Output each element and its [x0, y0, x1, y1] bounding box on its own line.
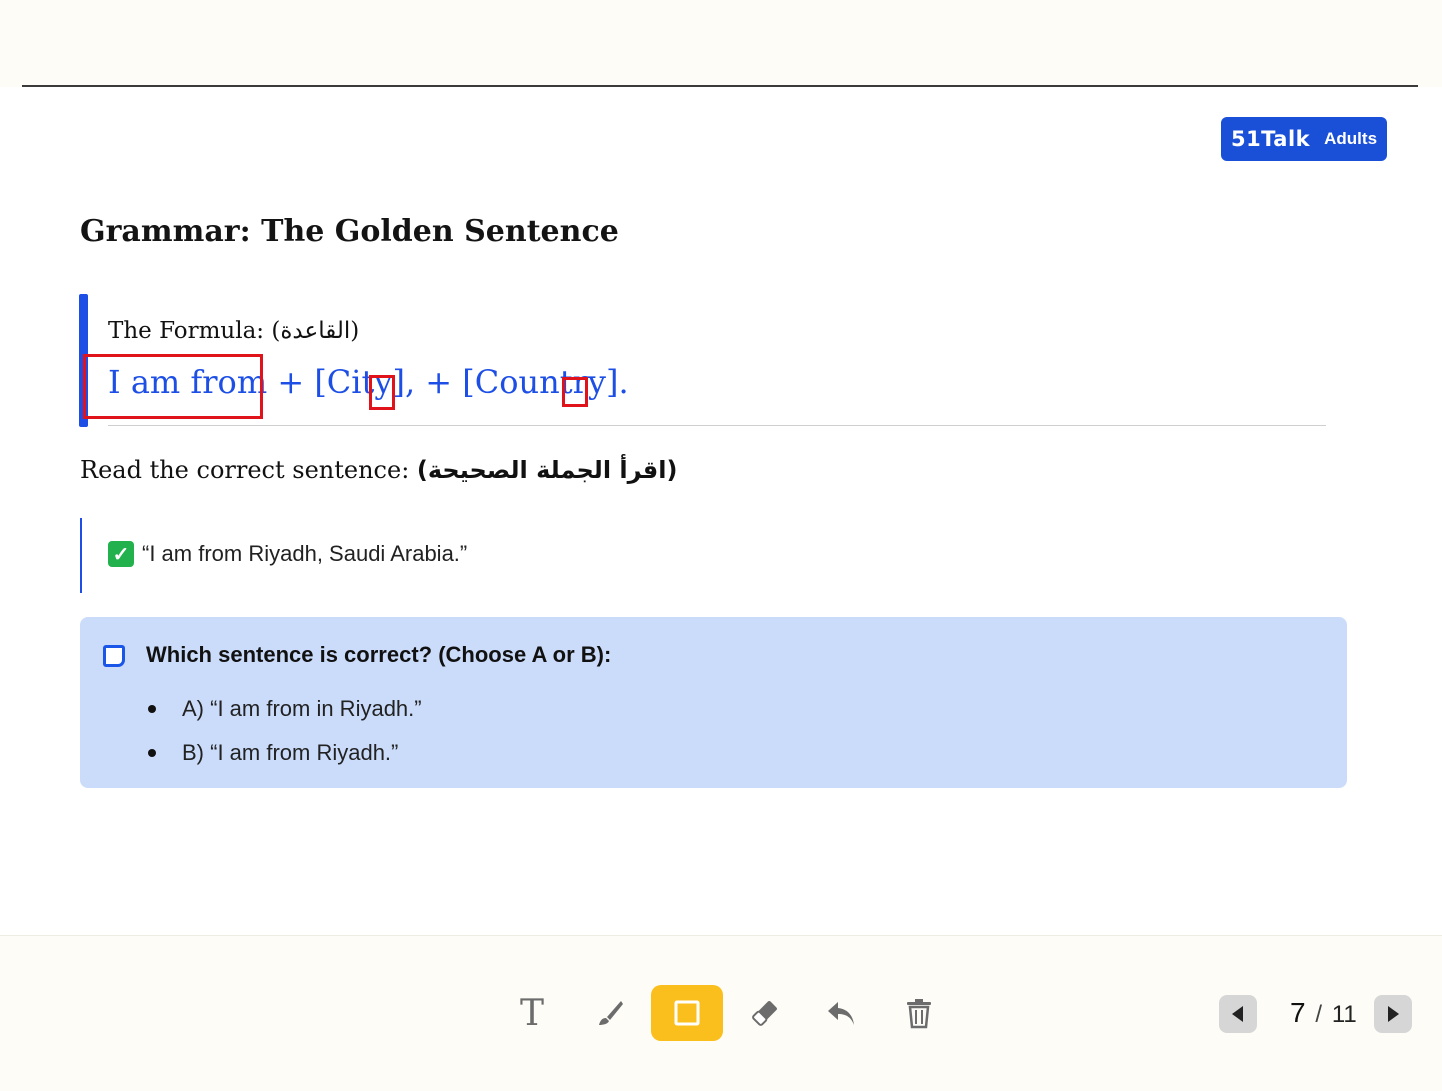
- current-page: 7: [1290, 997, 1306, 1028]
- formula-label: The Formula: (القاعدة): [108, 318, 360, 344]
- formula-period-1: ,: [404, 363, 416, 401]
- note-icon: [103, 645, 125, 667]
- brand-sub: Adults: [1324, 129, 1378, 148]
- triangle-left-icon: [1232, 1006, 1243, 1022]
- text-tool-icon: T: [519, 992, 544, 1034]
- annotation-rectangle-1[interactable]: [83, 354, 263, 419]
- rectangle-icon: [674, 1000, 700, 1026]
- question-text: Which sentence is correct? (Choose A or …: [146, 642, 612, 667]
- annotation-rectangle-2[interactable]: [369, 375, 395, 410]
- page-separator: /: [1315, 1001, 1323, 1028]
- trash-icon: [907, 999, 931, 1029]
- eraser-tool-button[interactable]: [729, 985, 801, 1041]
- toolbar-divider: [0, 935, 1442, 936]
- check-mark-icon: ✓: [108, 541, 134, 567]
- next-page-button[interactable]: [1374, 995, 1412, 1033]
- option-a: A) “I am from in Riyadh.”: [146, 695, 422, 739]
- brush-tool-button[interactable]: [574, 985, 646, 1041]
- undo-tool-button[interactable]: [806, 985, 878, 1041]
- text-tool-button[interactable]: T: [496, 985, 568, 1041]
- read-heading-label: Read the correct sentence:: [80, 456, 417, 484]
- slide-title: Grammar: The Golden Sentence: [80, 214, 619, 249]
- delete-tool-button[interactable]: [883, 985, 955, 1041]
- total-pages: 11: [1331, 1001, 1357, 1028]
- triangle-right-icon: [1388, 1006, 1399, 1022]
- eraser-icon: [752, 1001, 777, 1026]
- example-text: “I am from Riyadh, Saudi Arabia.”: [142, 541, 468, 566]
- formula-period-2: .: [618, 363, 629, 401]
- option-b: B) “I am from Riyadh.”: [146, 739, 422, 783]
- formula-divider: [108, 425, 1326, 426]
- page-indicator: 7 / 11: [1290, 997, 1357, 1029]
- brush-icon: [599, 1001, 623, 1025]
- annotation-rectangle-3[interactable]: [562, 377, 588, 407]
- read-heading-arabic: (اقرأ الجملة الصحيحة): [416, 456, 678, 484]
- previous-page-button[interactable]: [1219, 995, 1257, 1033]
- brand-name: 51Talk: [1230, 127, 1311, 151]
- read-heading: Read the correct sentence: (اقرأ الجملة …: [80, 456, 677, 484]
- undo-icon: [828, 1002, 854, 1025]
- example-sentence: ✓ “I am from Riyadh, Saudi Arabia.”: [108, 541, 467, 567]
- example-accent-bar: [80, 518, 82, 593]
- rectangle-tool-button[interactable]: [651, 985, 723, 1041]
- brand-logo: 51Talk Adults: [1221, 117, 1387, 161]
- question-options: A) “I am from in Riyadh.” B) “I am from …: [146, 695, 422, 783]
